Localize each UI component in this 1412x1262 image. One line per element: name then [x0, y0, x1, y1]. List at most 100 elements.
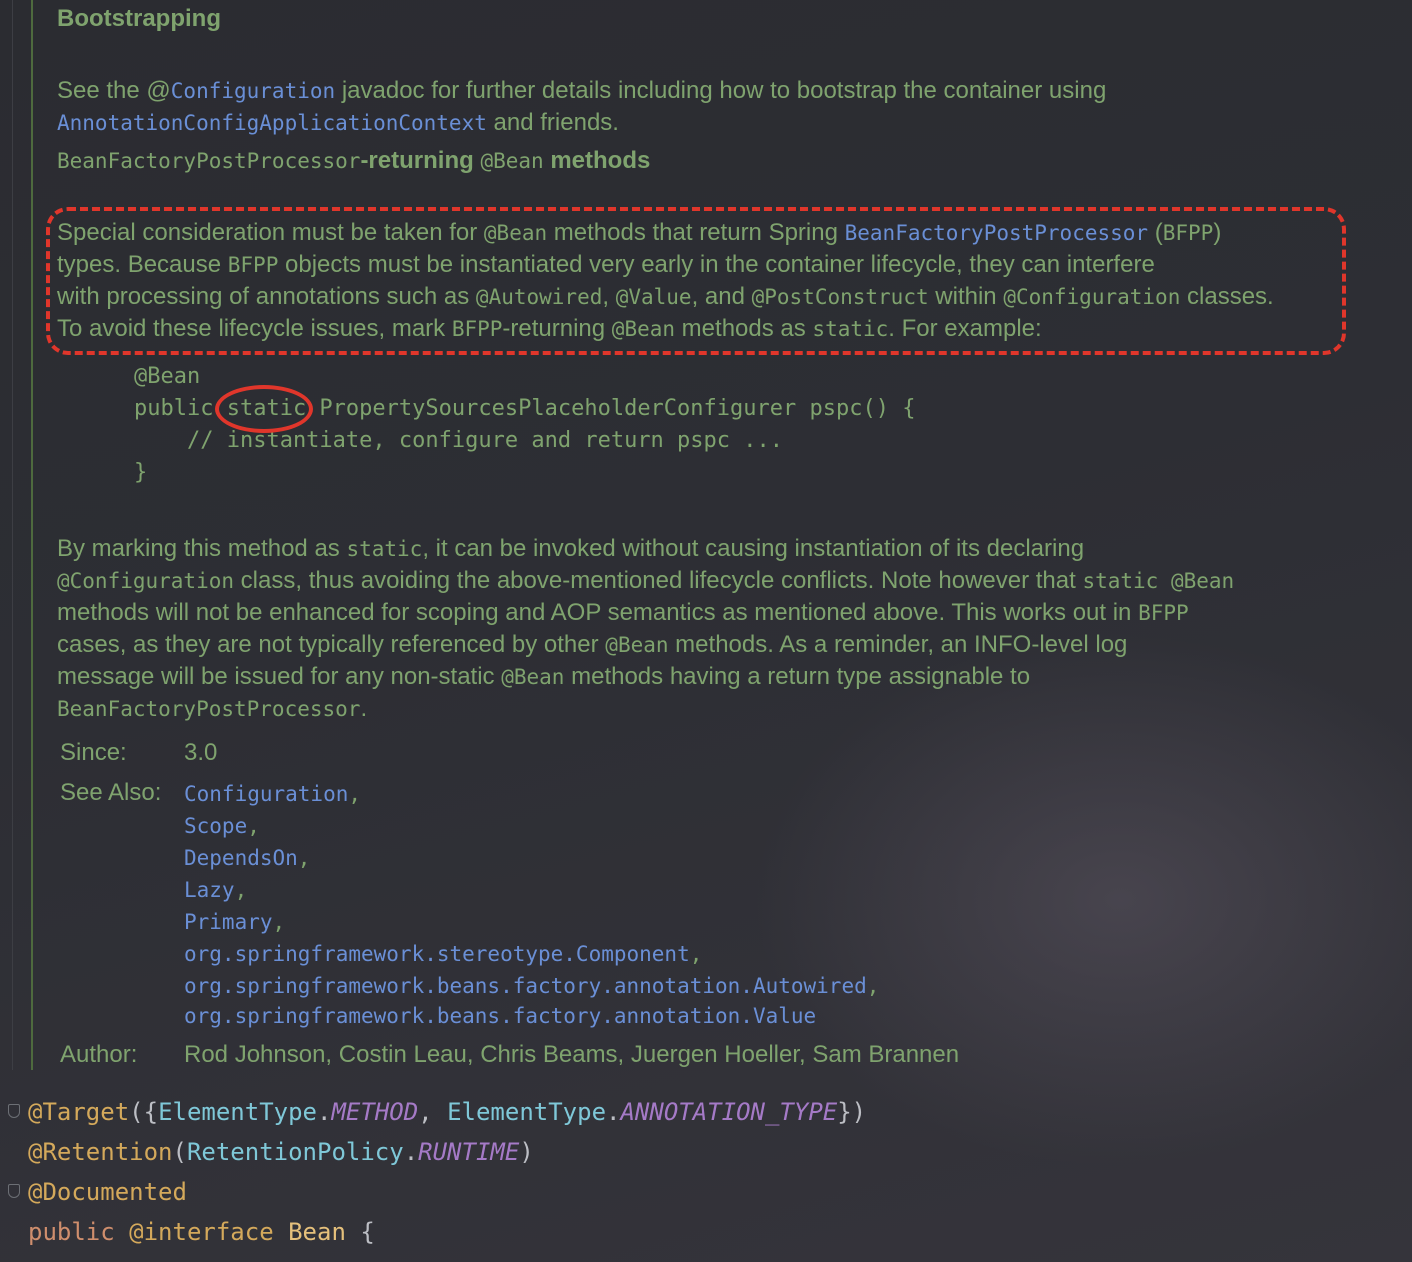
- see-also-link-scope[interactable]: Scope,: [184, 810, 260, 842]
- text: javadoc for further details including ho…: [335, 77, 1107, 104]
- separator: ,: [234, 878, 248, 902]
- class-name: RetentionPolicy: [186, 1138, 404, 1166]
- text: class, thus avoiding the above-mentioned…: [234, 567, 1083, 594]
- see-also-link-dependson[interactable]: DependsOn,: [184, 842, 310, 874]
- code: BeanFactoryPostProcessor: [57, 149, 361, 173]
- fold-marker-icon[interactable]: [8, 1184, 20, 1198]
- annotation: @Documented: [28, 1178, 187, 1206]
- since-value: 3.0: [184, 739, 218, 766]
- red-highlight-annotation-box: [46, 207, 1346, 355]
- code: @Configuration: [57, 569, 235, 593]
- see-also-link-value[interactable]: org.springframework.beans.factory.annota…: [184, 1000, 816, 1032]
- separator: ,: [689, 942, 703, 966]
- text: and friends.: [486, 109, 619, 136]
- link-text[interactable]: DependsOn: [184, 846, 298, 870]
- link-text[interactable]: org.springframework.beans.factory.annota…: [184, 974, 867, 998]
- text: -returning: [360, 147, 481, 174]
- configuration-link[interactable]: Configuration: [171, 79, 335, 103]
- paragraph-3-line-3: methods will not be enhanced for scoping…: [57, 597, 1189, 629]
- text: See the: [57, 77, 147, 104]
- red-highlight-annotation-oval: [215, 385, 313, 433]
- keyword: @interface: [129, 1218, 274, 1246]
- separator: ,: [297, 846, 311, 870]
- code: static: [346, 537, 423, 561]
- example-code-line-3: // instantiate, configure and return psp…: [134, 428, 784, 453]
- fold-marker-icon[interactable]: [8, 1104, 20, 1118]
- text: methods having a return type assignable …: [564, 663, 1031, 690]
- punct: ): [519, 1138, 534, 1166]
- paragraph-3-line-4: cases, as they are not typically referen…: [57, 629, 1127, 661]
- text: methods: [543, 147, 651, 174]
- editor-gutter-line: [12, 0, 13, 1070]
- paragraph-3-line-1: By marking this method as static, it can…: [57, 533, 1084, 565]
- annotation: @Retention: [28, 1138, 173, 1166]
- code: @Bean: [501, 665, 565, 689]
- see-also-link-configuration[interactable]: Configuration,: [184, 778, 361, 810]
- source-code-editor[interactable]: @Target({ElementType.METHOD, ElementType…: [0, 1090, 1412, 1262]
- type-name: Bean: [288, 1218, 346, 1246]
- code: BeanFactoryPostProcessor: [57, 697, 361, 721]
- code: @Bean: [480, 149, 544, 173]
- example-code-line-4: }: [134, 460, 148, 485]
- annotation-config-application-context-link[interactable]: AnnotationConfigApplicationContext: [57, 111, 487, 135]
- annotation: @Target: [28, 1098, 130, 1126]
- punct: .: [606, 1098, 621, 1126]
- example-code-line-1: @Bean: [134, 364, 201, 389]
- paragraph-1-line-2: AnnotationConfigApplicationContext and f…: [57, 107, 619, 139]
- section-title: Bootstrapping: [57, 5, 221, 32]
- code-line-interface-declaration[interactable]: public @interface Bean {: [28, 1212, 375, 1252]
- constant: METHOD: [331, 1098, 419, 1126]
- see-also-link-component[interactable]: org.springframework.stereotype.Component…: [184, 938, 702, 970]
- link-text[interactable]: org.springframework.stereotype.Component: [184, 942, 690, 966]
- class-name: ElementType: [158, 1098, 318, 1126]
- link-text[interactable]: Configuration: [184, 782, 348, 806]
- see-also-link-primary[interactable]: Primary,: [184, 906, 285, 938]
- punct: ({: [129, 1098, 159, 1126]
- javadoc-rendered-view: Bootstrapping See the @Configuration jav…: [0, 0, 1412, 1080]
- punct: .: [403, 1138, 419, 1166]
- separator: ,: [348, 782, 362, 806]
- constant: RUNTIME: [418, 1138, 520, 1166]
- separator: ,: [866, 974, 880, 998]
- text: cases, as they are not typically referen…: [57, 631, 606, 658]
- link-text[interactable]: org.springframework.beans.factory.annota…: [184, 1004, 816, 1028]
- link-text[interactable]: Scope: [184, 814, 247, 838]
- code: @Bean: [605, 633, 669, 657]
- separator: ,: [247, 814, 260, 838]
- text: @: [146, 77, 171, 104]
- see-also-link-autowired[interactable]: org.springframework.beans.factory.annota…: [184, 970, 879, 1002]
- punct: {: [345, 1218, 375, 1246]
- link-text[interactable]: Primary: [184, 910, 273, 934]
- paragraph-1-line-1: See the @Configuration javadoc for furth…: [57, 75, 1106, 107]
- punct: ,: [418, 1098, 448, 1126]
- code-line-target[interactable]: @Target({ElementType.METHOD, ElementType…: [28, 1092, 866, 1132]
- text: methods will not be enhanced for scoping…: [57, 599, 1139, 626]
- constant: ANNOTATION_TYPE: [620, 1098, 838, 1126]
- code: static @Bean: [1082, 569, 1235, 593]
- separator: ,: [272, 910, 286, 934]
- code-line-retention[interactable]: @Retention(RetentionPolicy.RUNTIME): [28, 1132, 534, 1172]
- see-also-link-lazy[interactable]: Lazy,: [184, 874, 247, 906]
- punct: }): [837, 1098, 867, 1126]
- text: .: [360, 695, 368, 722]
- text: , it can be invoked without causing inst…: [422, 535, 1085, 562]
- link-text[interactable]: Lazy: [184, 878, 235, 902]
- code-line-documented[interactable]: @Documented: [28, 1172, 187, 1212]
- punct: (: [172, 1138, 187, 1166]
- text: methods. As a reminder, an INFO-level lo…: [668, 631, 1128, 658]
- text: message will be issued for any non-stati…: [57, 663, 502, 690]
- author-value: Rod Johnson, Costin Leau, Chris Beams, J…: [184, 1041, 960, 1068]
- punct: .: [317, 1098, 332, 1126]
- paragraph-3-line-6: BeanFactoryPostProcessor.: [57, 693, 367, 725]
- paragraph-3-line-5: message will be issued for any non-stati…: [57, 661, 1030, 693]
- doc-comment-gutter-bar: [31, 0, 33, 1070]
- keyword: public: [28, 1218, 115, 1246]
- paragraph-3-line-2: @Configuration class, thus avoiding the …: [57, 565, 1234, 597]
- text: By marking this method as: [57, 535, 347, 562]
- subheading: BeanFactoryPostProcessor-returning @Bean…: [57, 145, 650, 177]
- since-label: Since:: [60, 739, 127, 766]
- code: BFPP: [1138, 601, 1189, 625]
- see-also-label: See Also:: [60, 779, 162, 806]
